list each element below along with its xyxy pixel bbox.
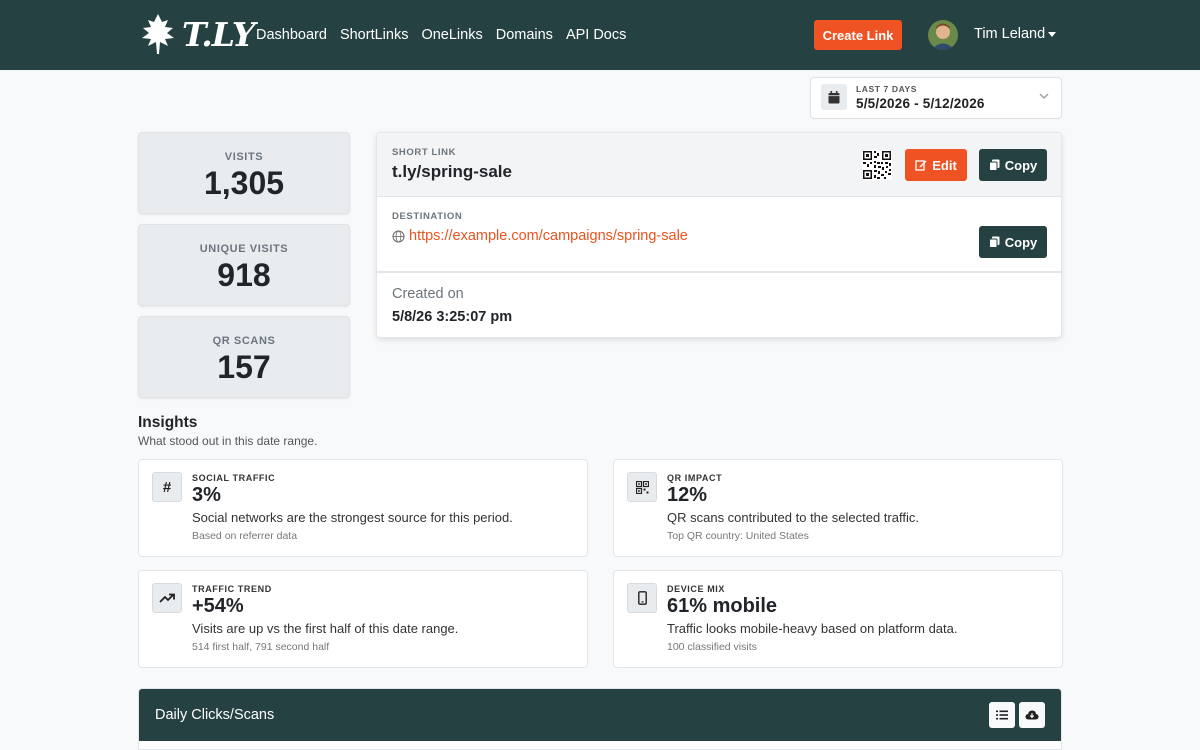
short-link-label: SHORT LINK: [392, 147, 457, 158]
list-view-button[interactable]: [989, 702, 1015, 728]
insight-label: TRAFFIC TREND: [192, 584, 272, 594]
user-menu-caret-icon[interactable]: [1048, 32, 1056, 37]
destination-url: https://example.com/campaigns/spring-sal…: [409, 228, 688, 244]
qr-code-icon: [627, 472, 657, 502]
stat-card-visits: VISITS 1,305: [138, 132, 350, 214]
destination-section: DESTINATION https://example.com/campaign…: [377, 197, 1061, 273]
date-range-picker[interactable]: LAST 7 DAYS 5/5/2026 - 5/12/2026: [810, 77, 1062, 119]
insight-value: 3%: [192, 484, 221, 506]
date-range-label: LAST 7 DAYS: [856, 84, 918, 94]
create-link-button[interactable]: Create Link: [814, 20, 902, 50]
qr-code-icon[interactable]: [862, 150, 892, 180]
insights-subtitle: What stood out in this date range.: [138, 434, 318, 448]
daily-clicks-panel: Daily Clicks/Scans: [138, 688, 1062, 750]
download-button[interactable]: [1019, 702, 1045, 728]
insights-title: Insights: [138, 414, 198, 431]
insight-value: 61% mobile: [667, 595, 778, 617]
insight-description: Visits are up vs the first half of this …: [192, 621, 459, 636]
nav-link-dashboard[interactable]: Dashboard: [256, 27, 327, 43]
insight-card-qr-impact: QR IMPACT 12% QR scans contributed to th…: [613, 459, 1063, 557]
stat-label: VISITS: [224, 151, 264, 163]
link-details-card: SHORT LINK t.ly/spring-sale Edit Copy DE…: [376, 132, 1062, 338]
avatar[interactable]: [928, 20, 958, 50]
insight-card-device-mix: DEVICE MIX 61% mobile Traffic looks mobi…: [613, 570, 1063, 668]
insight-label: QR IMPACT: [667, 473, 723, 483]
date-range-value: 5/5/2026 - 5/12/2026: [856, 96, 985, 111]
insight-description: Traffic looks mobile-heavy based on plat…: [667, 621, 958, 636]
insight-note: Based on referrer data: [192, 530, 298, 542]
calendar-icon: [821, 84, 847, 110]
stat-label: QR SCANS: [212, 335, 276, 347]
cloud-download-icon: [1025, 710, 1039, 720]
nav-link-api-docs[interactable]: API Docs: [566, 27, 626, 43]
top-navbar: T.LY Dashboard ShortLinks OneLinks Domai…: [0, 0, 1200, 70]
trend-up-icon: [152, 583, 182, 613]
insight-note: Top QR country: United States: [667, 530, 809, 542]
stat-label: UNIQUE VISITS: [199, 243, 289, 255]
copy-short-link-button[interactable]: Copy: [979, 149, 1047, 181]
short-link-section: SHORT LINK t.ly/spring-sale Edit Copy: [377, 133, 1061, 197]
insight-card-social-traffic: # SOCIAL TRAFFIC 3% Social networks are …: [138, 459, 588, 557]
tree-logo-icon: [142, 14, 174, 54]
created-on-label: Created on: [392, 286, 464, 302]
insight-card-traffic-trend: TRAFFIC TREND +54% Visits are up vs the …: [138, 570, 588, 668]
stat-card-qr-scans: QR SCANS 157: [138, 316, 350, 398]
user-avatar-image: [928, 20, 958, 50]
mobile-icon: [627, 583, 657, 613]
daily-clicks-title: Daily Clicks/Scans: [155, 707, 275, 723]
edit-icon: [915, 160, 927, 171]
user-menu-name[interactable]: Tim Leland: [974, 26, 1045, 42]
brand-logo[interactable]: T.LY: [140, 10, 255, 58]
nav-link-domains[interactable]: Domains: [496, 27, 553, 43]
insight-value: 12%: [667, 484, 708, 506]
brand-name: T.LY: [182, 14, 255, 54]
stat-value: 1,305: [203, 165, 285, 201]
copy-destination-button[interactable]: Copy: [979, 226, 1047, 258]
hashtag-icon: #: [152, 472, 182, 502]
short-link-url[interactable]: t.ly/spring-sale: [392, 162, 512, 182]
copy-button-label: Copy: [1004, 234, 1038, 250]
stat-value: 918: [217, 257, 271, 293]
copy-icon: [988, 159, 1000, 171]
copy-button-label: Copy: [1004, 157, 1038, 173]
nav-link-shortlinks[interactable]: ShortLinks: [340, 27, 409, 43]
stat-value: 157: [217, 349, 271, 385]
insight-description: Social networks are the strongest source…: [192, 510, 513, 525]
destination-link[interactable]: https://example.com/campaigns/spring-sal…: [392, 228, 688, 244]
destination-label: DESTINATION: [392, 211, 463, 222]
insight-label: SOCIAL TRAFFIC: [192, 473, 276, 483]
globe-icon: [392, 230, 405, 242]
insight-note: 514 first half, 791 second half: [192, 641, 330, 653]
insight-note: 100 classified visits: [667, 641, 757, 653]
insight-value: +54%: [192, 595, 244, 617]
edit-button-label: Edit: [932, 157, 957, 173]
list-icon: [996, 710, 1008, 720]
chevron-down-icon: [1039, 93, 1049, 99]
nav-links: Dashboard ShortLinks OneLinks Domains AP…: [256, 0, 639, 70]
stat-card-unique-visits: UNIQUE VISITS 918: [138, 224, 350, 306]
created-on-value: 5/8/26 3:25:07 pm: [392, 309, 513, 325]
nav-link-onelinks[interactable]: OneLinks: [421, 27, 482, 43]
copy-icon: [988, 236, 1000, 248]
edit-button[interactable]: Edit: [905, 149, 967, 181]
insight-label: DEVICE MIX: [667, 584, 726, 594]
insight-description: QR scans contributed to the selected tra…: [667, 510, 919, 525]
daily-clicks-header: Daily Clicks/Scans: [139, 689, 1061, 741]
